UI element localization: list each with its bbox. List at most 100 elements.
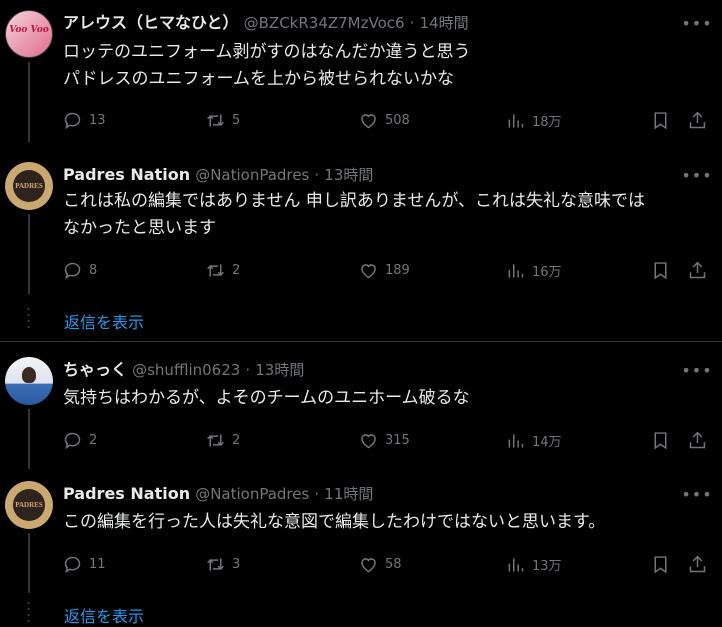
share-icon [689,431,706,448]
padres-logo: PADRES [13,489,45,521]
more-options-icon[interactable]: ••• [681,360,711,380]
reply-count: 11 [89,556,106,572]
reply-count: 8 [89,262,98,278]
timestamp[interactable]: 13時間 [255,361,304,379]
username[interactable]: @NationPadres [195,166,309,184]
tweet-text-line: 気持ちはわかるが、よそのチームのユニホーム破るな [63,388,470,408]
tweet-text-line: これは私の編集ではありません 申し訳ありませんが、これは失礼な意味では [63,191,646,211]
like-button[interactable]: 315 [358,428,410,452]
separator: · [314,485,320,503]
tweet-text-line: なかったと思います [63,218,216,238]
bookmark-icon [654,431,667,449]
bookmark-button[interactable] [650,428,671,452]
username[interactable]: @shufflin0623 [132,361,240,379]
separator: · [314,166,320,184]
padres-logo: PADRES [13,170,45,202]
avatar[interactable]: Voo Voo [5,10,53,58]
tweet-header: Padres Nation @NationPadres · 13時間 [63,165,373,185]
views-count: 14万 [532,434,562,450]
avatar-logo-text: Voo Voo [9,25,49,35]
tweet-header: Padres Nation @NationPadres · 11時間 [63,484,373,504]
share-button[interactable] [687,428,708,452]
thread-dots [27,600,30,626]
display-name[interactable]: Padres Nation [63,484,190,503]
like-button[interactable]: 189 [358,258,410,282]
avatar[interactable] [5,357,53,405]
show-replies-link[interactable]: 返信を表示 [64,309,144,333]
like-count: 508 [385,112,410,128]
views-count: 13万 [532,558,562,574]
like-button[interactable]: 58 [358,552,402,576]
share-icon [689,555,706,572]
action-bar: 8 2 189 16万 [62,258,712,282]
avatar-logo-text: PADRES [15,501,43,509]
share-button[interactable] [687,108,708,132]
bookmark-button[interactable] [650,108,671,132]
retweet-button[interactable]: 2 [205,258,240,282]
reply-button[interactable]: 11 [62,552,106,576]
like-button[interactable]: 508 [358,108,410,132]
analytics-icon [508,557,524,571]
separator: · [409,14,415,32]
reply-icon [64,112,81,129]
heart-icon [361,113,376,128]
show-replies-link[interactable]: 返信を表示 [64,603,144,627]
thread-line [28,214,30,294]
heart-icon [361,433,376,448]
display-name[interactable]: アレウス（ヒマなひと） [63,13,239,32]
action-bar: 11 3 58 13万 [62,552,712,576]
like-count: 189 [385,262,410,278]
views-button[interactable]: 18万 [505,108,562,132]
bookmark-button[interactable] [650,552,671,576]
bookmark-icon [654,261,667,279]
thread-line [28,62,30,142]
share-button[interactable] [687,552,708,576]
retweet-icon [207,113,224,127]
views-button[interactable]: 16万 [505,258,562,282]
tweet-text: 気持ちはわかるが、よそのチームのユニホーム破るな [63,385,713,412]
bookmark-button[interactable] [650,258,671,282]
retweet-icon [207,433,224,447]
avatar-logo-text: PADRES [15,182,43,190]
more-options-icon[interactable]: ••• [681,484,711,504]
tweet-header: アレウス（ヒマなひと） @BZCkR34Z7MzVoc6 · 14時間 [63,13,469,33]
analytics-icon [508,263,524,277]
share-icon [689,261,706,278]
reply-icon [64,262,81,279]
share-icon [689,111,706,128]
tweet-text: これは私の編集ではありません 申し訳ありませんが、これは失礼な意味では なかった… [63,188,713,242]
reply-button[interactable]: 13 [62,108,106,132]
avatar[interactable]: PADRES [5,481,53,529]
retweet-button[interactable]: 3 [205,552,240,576]
more-options-icon[interactable]: ••• [681,13,711,33]
retweet-button[interactable]: 5 [205,108,240,132]
retweet-count: 2 [232,262,241,278]
reply-button[interactable]: 2 [62,428,97,452]
retweet-button[interactable]: 2 [205,428,240,452]
views-button[interactable]: 14万 [505,428,562,452]
timestamp[interactable]: 11時間 [324,485,373,503]
action-bar: 13 5 508 18万 [62,108,712,132]
bookmark-icon [654,555,667,573]
tweet-text-line: この編集を行った人は失礼な意図で編集したわけではないと思います。 [63,512,606,532]
timestamp[interactable]: 13時間 [324,166,373,184]
reply-button[interactable]: 8 [62,258,97,282]
retweet-icon [207,263,224,277]
thread-line [28,409,30,469]
more-options-icon[interactable]: ••• [681,165,711,185]
display-name[interactable]: Padres Nation [63,165,190,184]
username[interactable]: @NationPadres [195,485,309,503]
like-count: 58 [385,556,402,572]
username[interactable]: @BZCkR34Z7MzVoc6 [244,14,405,32]
share-button[interactable] [687,258,708,282]
analytics-icon [508,113,524,127]
avatar[interactable]: PADRES [5,162,53,210]
display-name[interactable]: ちゃっく [63,360,127,379]
views-button[interactable]: 13万 [505,552,562,576]
reply-count: 2 [89,432,98,448]
heart-icon [361,263,376,278]
timestamp[interactable]: 14時間 [420,14,469,32]
thread-dots [27,306,30,332]
tweet-text-line: ロッテのユニフォーム剥がすのはなんだか違うと思う [63,42,471,62]
heart-icon [361,557,376,572]
